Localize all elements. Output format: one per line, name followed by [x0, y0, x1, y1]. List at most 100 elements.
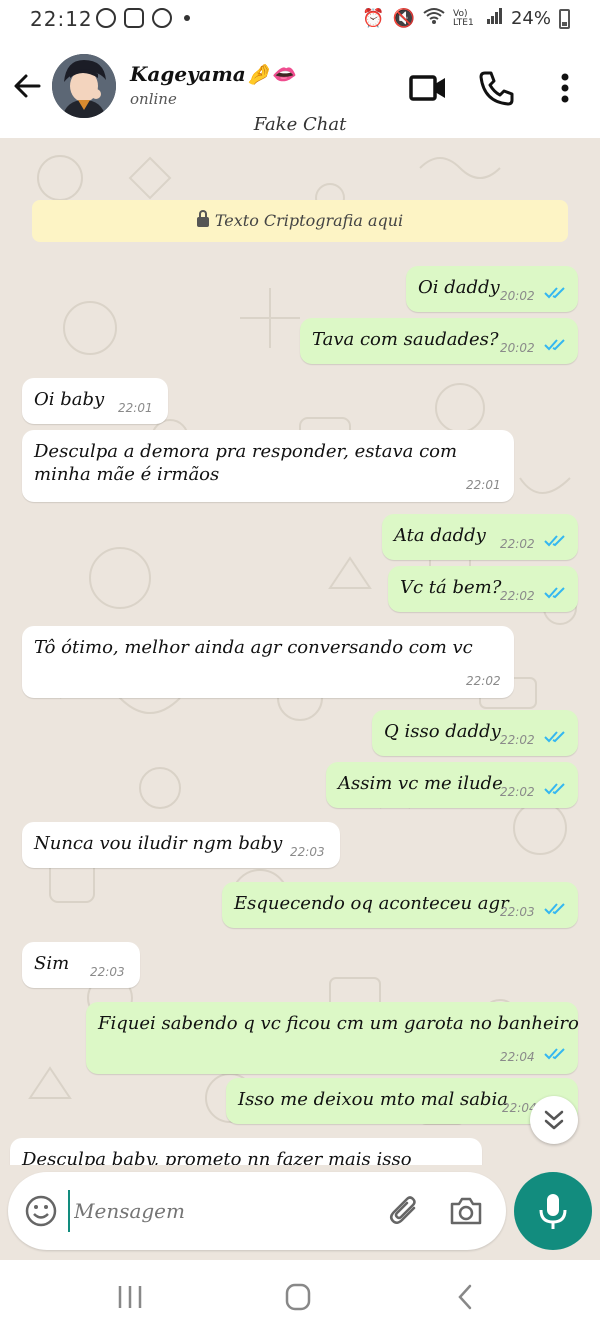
paperclip-icon [390, 1196, 416, 1224]
signal-icon [486, 8, 503, 29]
message-bubble-incoming[interactable]: Nunca vou iludir ngm baby 22:03 [22, 822, 340, 868]
phone-icon [479, 71, 514, 106]
message-bubble-outgoing[interactable]: Esquecendo oq aconteceu agr 22:03 [222, 882, 578, 928]
message-bubble-outgoing[interactable]: Isso me deixou mto mal sabia 22:04 [226, 1078, 578, 1124]
wifi-icon [423, 7, 445, 30]
double-check-icon [544, 903, 565, 915]
more-options-button[interactable] [545, 68, 585, 108]
more-notifications-icon [184, 15, 190, 21]
message-time: 22:01 [466, 478, 501, 492]
message-bubble-outgoing[interactable]: Q isso daddy 22:02 [372, 710, 578, 756]
status-bar: 22:12 ⏰ 🔇 Vo) LTE1 24% [0, 0, 600, 38]
message-bubble-outgoing[interactable]: Tava com saudades? 20:02 [300, 318, 578, 364]
alarm-icon: ⏰ [362, 8, 385, 29]
contact-status: online [130, 90, 177, 108]
chevron-left-icon [458, 1284, 472, 1310]
avatar[interactable] [52, 54, 116, 118]
message-time: 22:02 [466, 674, 501, 688]
double-check-icon [544, 783, 565, 795]
message-bubble-incoming[interactable]: Desculpa a demora pra responder, estava … [22, 430, 514, 502]
chat-header: Kageyama🤌👄 online Fake Chat [0, 38, 600, 138]
double-check-icon [544, 535, 565, 547]
message-text: Sim [34, 953, 70, 974]
video-call-button[interactable] [408, 68, 448, 108]
message-text: Oi baby [34, 389, 105, 410]
message-time: 22:03 [500, 905, 535, 919]
smiley-icon [25, 1195, 57, 1227]
camera-icon [450, 1197, 482, 1225]
kebab-menu-icon [561, 73, 569, 103]
message-text: Desculpa a demora pra responder, estava … [34, 441, 458, 485]
message-bubble-outgoing[interactable]: Assim vc me ilude 22:02 [326, 762, 578, 808]
message-time: 22:03 [90, 965, 125, 979]
message-bubble-outgoing[interactable]: Fiquei sabendo q vc ficou cm um garota n… [86, 1002, 579, 1074]
mute-icon: 🔇 [392, 8, 415, 29]
message-time: 22:02 [500, 785, 535, 799]
encryption-notice[interactable]: Texto Criptografia aqui [32, 200, 568, 242]
message-composer [8, 1172, 506, 1250]
message-text: Q isso daddy [384, 721, 501, 742]
message-bubble-incoming[interactable]: Desculpa baby, prometo nn fazer mais iss… [10, 1138, 482, 1165]
message-time: 22:02 [500, 589, 535, 603]
notification-icons [96, 8, 190, 28]
status-time: 22:12 [30, 7, 93, 31]
back-button[interactable] [8, 66, 46, 106]
encryption-text: Texto Criptografia aqui [214, 211, 404, 230]
home-icon [285, 1283, 311, 1311]
message-bubble-outgoing[interactable]: Oi daddy 20:02 [406, 266, 578, 312]
message-text: Isso me deixou mto mal sabia [238, 1089, 508, 1110]
double-chevron-down-icon [544, 1110, 564, 1130]
recents-icon [118, 1286, 142, 1308]
recents-button[interactable] [110, 1282, 150, 1312]
message-text: Desculpa baby, prometo nn fazer mais iss… [22, 1149, 412, 1165]
emoji-button[interactable] [24, 1194, 58, 1228]
system-navigation-bar [0, 1260, 600, 1333]
microphone-icon [539, 1194, 567, 1229]
message-time: 22:04 [500, 1050, 535, 1064]
battery-icon [559, 8, 570, 29]
message-time: 20:02 [500, 289, 535, 303]
message-text: Tô ótimo, melhor ainda agr conversando c… [34, 637, 473, 658]
message-time: 22:02 [500, 537, 535, 551]
double-check-icon [544, 587, 565, 599]
message-bubble-incoming[interactable]: Tô ótimo, melhor ainda agr conversando c… [22, 626, 514, 698]
message-bubble-incoming[interactable]: Sim 22:03 [22, 942, 140, 988]
message-text: Tava com saudades? [312, 329, 499, 350]
video-camera-icon [409, 75, 445, 101]
subtitle-label: Fake Chat [253, 114, 347, 135]
message-time: 22:02 [500, 733, 535, 747]
double-check-icon [544, 287, 565, 299]
message-text: Esquecendo oq aconteceu agr [234, 893, 509, 914]
voice-message-button[interactable] [514, 1172, 592, 1250]
attach-button[interactable] [388, 1194, 422, 1228]
message-text: Nunca vou iludir ngm baby [34, 833, 283, 854]
chat-area[interactable]: Texto Criptografia aqui Oi daddy 20:02 T… [0, 138, 600, 1165]
camera-button[interactable] [448, 1194, 484, 1228]
double-check-icon [544, 731, 565, 743]
scroll-to-bottom-button[interactable] [530, 1096, 578, 1144]
message-time: 20:02 [500, 341, 535, 355]
contact-name[interactable]: Kageyama🤌👄 [130, 62, 296, 86]
double-check-icon [544, 339, 565, 351]
message-bubble-outgoing[interactable]: Vc tá bem? 22:02 [388, 566, 578, 612]
message-text: Fiquei sabendo q vc ficou cm um garota n… [98, 1013, 579, 1034]
system-icons: ⏰ 🔇 Vo) LTE1 24% [362, 7, 570, 30]
gallery-icon [124, 8, 144, 28]
message-bubble-incoming[interactable]: Oi baby 22:01 [22, 378, 168, 424]
instagram-icon [96, 8, 116, 28]
message-text: Vc tá bem? [400, 577, 502, 598]
double-check-icon [544, 1048, 565, 1060]
app-notification-icon [152, 8, 172, 28]
message-text: Ata daddy [394, 525, 486, 546]
network-label: Vo) LTE1 [452, 8, 474, 28]
message-input[interactable] [68, 1190, 368, 1232]
message-text: Assim vc me ilude [338, 773, 503, 794]
home-button[interactable] [278, 1282, 318, 1312]
message-time: 22:01 [118, 401, 153, 415]
message-text: Oi daddy [418, 277, 500, 298]
message-bubble-outgoing[interactable]: Ata daddy 22:02 [382, 514, 578, 560]
back-nav-button[interactable] [446, 1282, 486, 1312]
message-time: 22:03 [290, 845, 325, 859]
battery-percent: 24% [510, 8, 551, 29]
voice-call-button[interactable] [476, 68, 516, 108]
